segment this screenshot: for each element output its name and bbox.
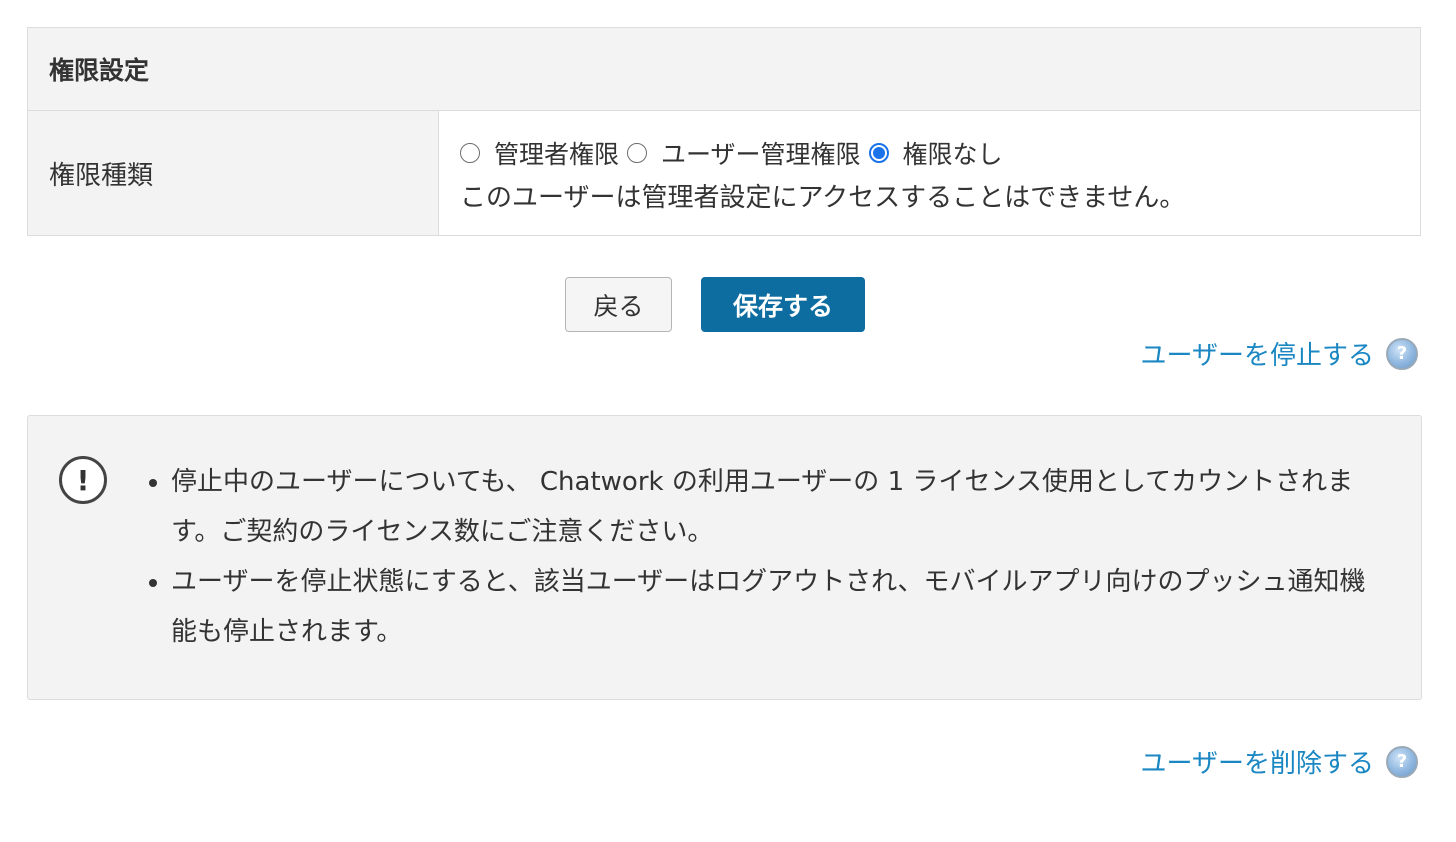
permission-radio-group: 管理者権限 ユーザー管理権限 権限なし [460, 135, 1420, 171]
permission-options-cell: 管理者権限 ユーザー管理権限 権限なし このユーザーは管理者設定にアクセスするこ… [439, 111, 1420, 235]
radio-admin-label[interactable]: 管理者権限 [494, 135, 619, 171]
user-settings-page: 権限設定 権限種類 管理者権限 ユーザー管理権限 権限なし このユーザーは管理者… [0, 0, 1456, 842]
notice-list: 停止中のユーザーについても、 Chatwork の利用ユーザーの 1 ライセンス… [145, 457, 1381, 657]
notice-item: 停止中のユーザーについても、 Chatwork の利用ユーザーの 1 ライセンス… [171, 457, 1381, 557]
notice-item: ユーザーを停止状態にすると、該当ユーザーはログアウトされ、モバイルアプリ向けのプ… [171, 557, 1381, 657]
exclamation-circle-icon: ! [59, 456, 107, 504]
permission-row: 権限種類 管理者権限 ユーザー管理権限 権限なし このユーザーは管理者設定にアク… [28, 111, 1420, 235]
help-icon[interactable]: ? [1386, 337, 1418, 370]
stop-user-row: ユーザーを停止する ? [1141, 335, 1418, 372]
help-icon[interactable]: ? [1386, 745, 1418, 778]
save-button[interactable]: 保存する [701, 277, 865, 332]
delete-user-link[interactable]: ユーザーを削除する [1141, 743, 1374, 780]
notice-box: ! 停止中のユーザーについても、 Chatwork の利用ユーザーの 1 ライセ… [27, 415, 1422, 700]
permission-settings-table: 権限設定 権限種類 管理者権限 ユーザー管理権限 権限なし このユーザーは管理者… [27, 27, 1421, 236]
delete-user-row: ユーザーを削除する ? [1141, 743, 1418, 780]
radio-user-admin-label[interactable]: ユーザー管理権限 [661, 135, 861, 171]
permission-note: このユーザーは管理者設定にアクセスすることはできません。 [460, 183, 1186, 213]
back-button[interactable]: 戻る [565, 277, 672, 332]
stop-user-link[interactable]: ユーザーを停止する [1141, 335, 1374, 372]
radio-admin[interactable] [460, 143, 480, 163]
permission-type-label: 権限種類 [28, 111, 439, 235]
radio-user-admin[interactable] [627, 143, 648, 163]
radio-no-permission[interactable] [868, 143, 889, 163]
section-title: 権限設定 [28, 28, 1420, 111]
radio-no-permission-label[interactable]: 権限なし [903, 135, 1003, 171]
